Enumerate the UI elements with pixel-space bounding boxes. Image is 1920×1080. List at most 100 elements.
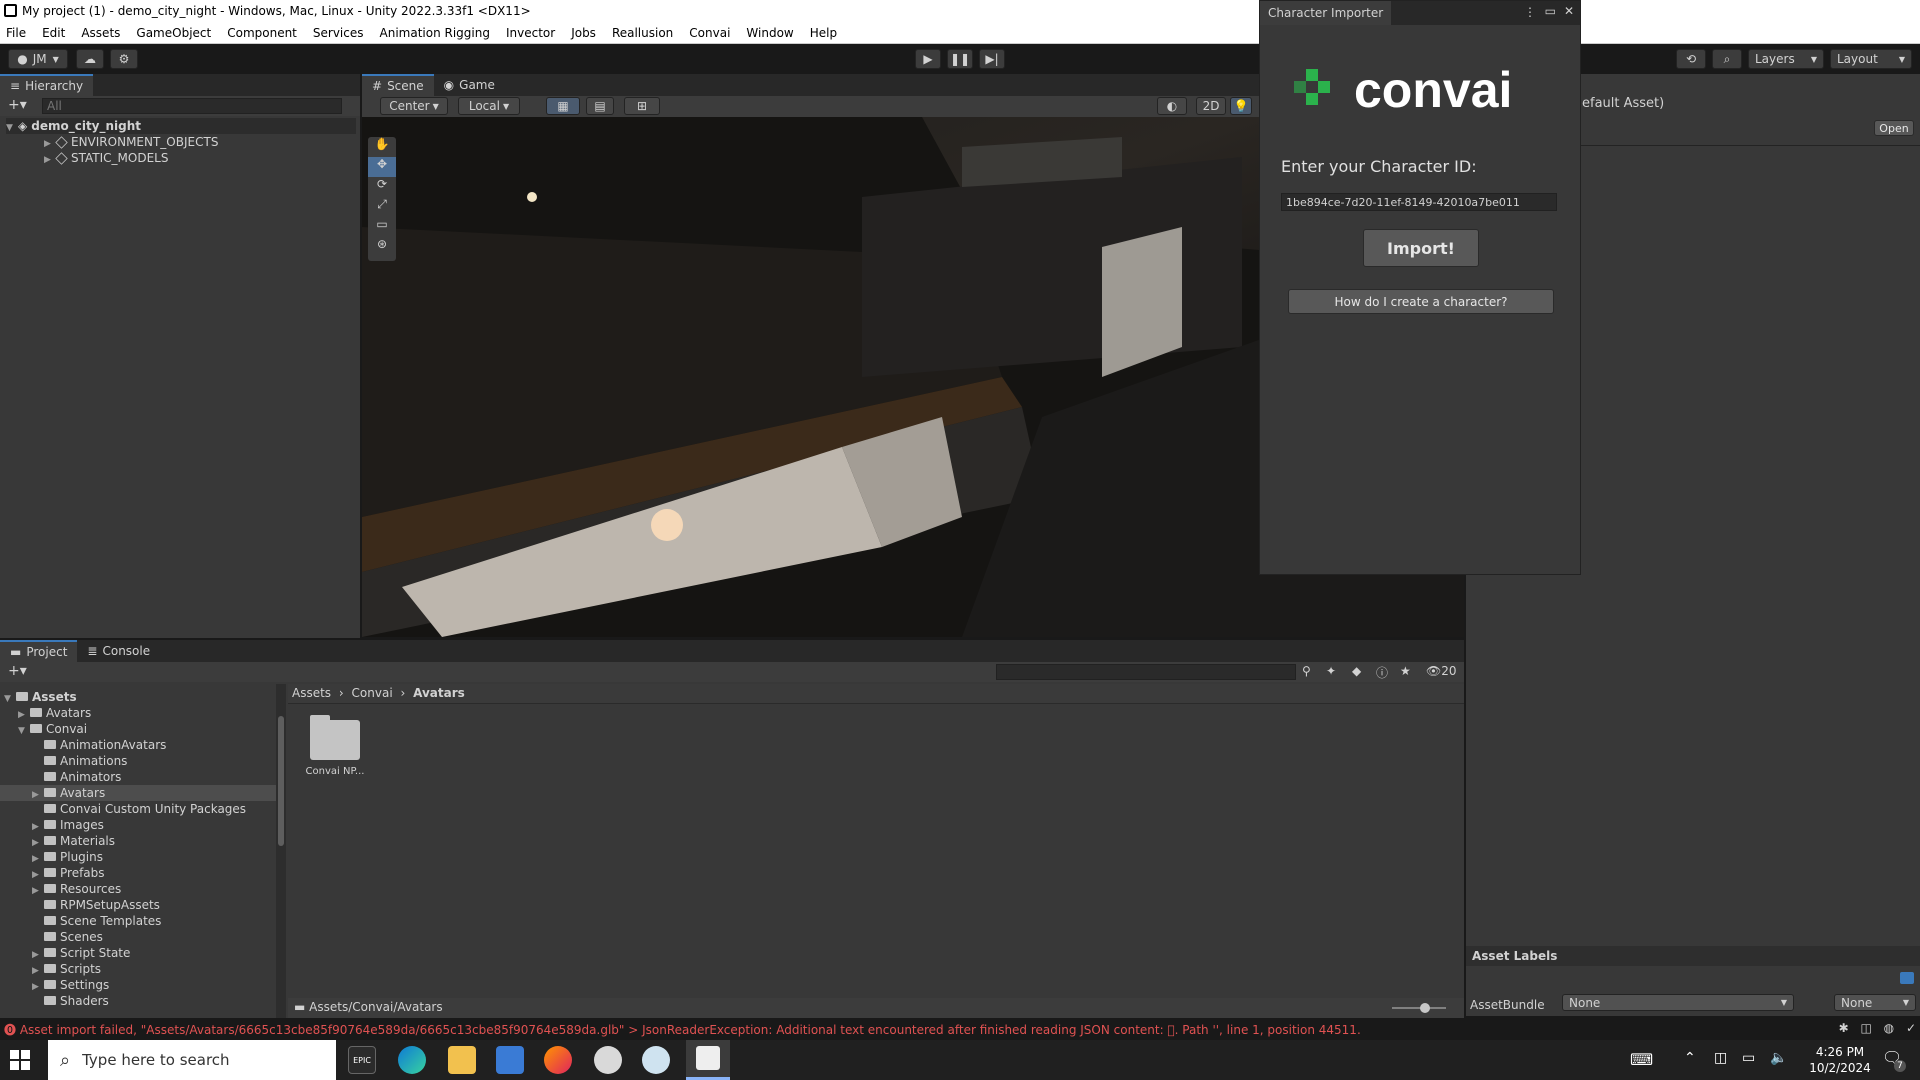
help-create-character-button[interactable]: How do I create a character? [1288,289,1554,314]
menu-jobs[interactable]: Jobs [561,26,602,40]
character-id-input[interactable] [1281,193,1557,211]
hierarchy-item-environment[interactable]: ▶ ENVIRONMENT_OBJECTS [44,134,218,150]
info-icon[interactable]: ⓘ [1376,664,1388,681]
menu-services[interactable]: Services [303,26,370,40]
tab-scene[interactable]: # Scene [362,74,434,96]
snap-icon[interactable]: ▤ [586,97,614,115]
clock[interactable]: 4:26 PM 10/2/2024 [1800,1044,1880,1076]
tree-item[interactable]: ▶ Settings [32,977,109,993]
tree-scrollbar[interactable] [276,684,286,1018]
network-icon[interactable]: ◫ [1714,1050,1727,1066]
lighting-icon[interactable]: 💡 [1230,97,1252,115]
menu-edit[interactable]: Edit [32,26,71,40]
tab-hierarchy[interactable]: ≡ Hierarchy [0,74,94,96]
move-tool-icon[interactable]: ✥ [368,157,396,177]
step-button[interactable]: ▶| [979,49,1005,69]
menu-help[interactable]: Help [800,26,843,40]
breadcrumb-item[interactable]: Convai [352,686,393,700]
tree-item[interactable]: ▶ Plugins [32,849,103,865]
favorite-icon[interactable]: ★ [1400,664,1411,678]
more-icon[interactable]: ⋮ [1524,5,1536,19]
hierarchy-search-input[interactable] [42,98,342,114]
pause-button[interactable]: ❚❚ [947,49,973,69]
hierarchy-item-static[interactable]: ▶ STATIC_MODELS [44,150,168,166]
menu-file[interactable]: File [0,26,32,40]
unity-editor-taskbar-button[interactable] [686,1040,730,1080]
tree-item[interactable]: Convai Custom Unity Packages [32,801,246,817]
breadcrumb-item-current[interactable]: Avatars [413,686,465,700]
menu-window[interactable]: Window [736,26,799,40]
layout-dropdown[interactable]: Layout ▼ [1830,49,1912,69]
keyboard-icon[interactable]: ⌨ [1630,1050,1653,1069]
store-icon[interactable] [496,1046,524,1074]
project-search-input[interactable] [996,664,1296,680]
file-explorer-icon[interactable] [448,1046,476,1074]
rotate-tool-icon[interactable]: ⟳ [368,177,396,197]
progress-icon[interactable]: ◍ [1884,1021,1894,1035]
tree-item[interactable]: ▶ Script State [32,945,130,961]
menu-gameobject[interactable]: GameObject [126,26,217,40]
tree-item[interactable]: ▶ Materials [32,833,115,849]
open-button[interactable]: Open [1874,120,1914,136]
tree-item-assets[interactable]: ▼ Assets [4,689,77,705]
cloud-icon[interactable]: ☁ [76,49,104,69]
bug-icon[interactable]: ✱ [1839,1021,1849,1035]
zoom-slider[interactable] [1392,1003,1446,1013]
tree-item[interactable]: Shaders [32,993,109,1009]
tab-game[interactable]: ◉ Game [434,74,505,96]
windows-start-icon[interactable] [10,1050,30,1070]
search-icon[interactable]: ⌕ [1712,49,1742,69]
tree-item[interactable]: ▶ Scripts [32,961,101,977]
tag-icon[interactable]: ◆ [1352,664,1361,678]
tree-item-convai[interactable]: ▼ Convai [18,721,87,737]
mode-2d-button[interactable]: 2D [1196,97,1226,115]
rect-tool-icon[interactable]: ▭ [368,217,396,237]
cache-icon[interactable]: ◫ [1860,1021,1871,1035]
tree-item-avatars[interactable]: ▶ Avatars [18,705,91,721]
tree-item[interactable]: ▶ Images [32,817,104,833]
space-dropdown[interactable]: Local ▼ [458,97,520,115]
assetbundle-dropdown[interactable]: None ▼ [1562,994,1794,1011]
hidden-count[interactable]: 👁20 [1426,664,1457,678]
firefox-icon[interactable] [544,1046,572,1074]
grid-snap-icon[interactable]: ▦ [546,97,580,115]
volume-icon[interactable]: 🔈 [1770,1050,1787,1066]
edge-icon[interactable] [398,1046,426,1074]
variant-dropdown[interactable]: None ▼ [1834,994,1916,1011]
breadcrumb-item[interactable]: Assets [292,686,331,700]
play-button[interactable]: ▶ [915,49,941,69]
layers-dropdown[interactable]: Layers ▼ [1748,49,1824,69]
unity-hub-icon[interactable] [594,1046,622,1074]
hierarchy-scene-row[interactable]: ▼ ◈ demo_city_night [6,118,356,134]
collapse-arrow-icon[interactable]: ▼ [6,120,18,136]
menu-animation-rigging[interactable]: Animation Rigging [370,26,496,40]
collab-icon[interactable]: ⚙ [110,49,138,69]
asset-folder-convai-np[interactable]: Convai NP... [300,715,370,794]
filter-label-icon[interactable]: ✦ [1326,664,1336,678]
tree-item[interactable]: Animators [32,769,121,785]
app-icon[interactable] [642,1046,670,1074]
filter-type-icon[interactable]: ⚲ [1302,664,1311,678]
maximize-icon[interactable]: ▭ [1545,4,1556,18]
chevron-up-icon[interactable]: ⌃ [1684,1050,1696,1066]
transform-tool-icon[interactable]: ⊛ [368,237,396,257]
notification-icon[interactable]: 🗨 7 [1882,1048,1906,1072]
importer-tab[interactable]: Character Importer [1260,1,1392,25]
import-button[interactable]: Import! [1363,229,1479,267]
hand-tool-icon[interactable]: ✋ [368,137,396,157]
close-icon[interactable]: ✕ [1564,4,1574,18]
epic-games-icon[interactable]: EPIC [348,1046,376,1074]
label-tag-icon[interactable] [1900,972,1914,984]
tree-item-selected[interactable]: ▶ Avatars [0,785,276,801]
tab-console[interactable]: ≣ Console [77,640,160,662]
render-mode-icon[interactable]: ◐ [1157,97,1187,115]
scale-tool-icon[interactable]: ⤢ [368,197,396,217]
menu-assets[interactable]: Assets [71,26,126,40]
tab-project[interactable]: ▬ Project [0,640,78,662]
menu-convai[interactable]: Convai [679,26,736,40]
check-icon[interactable]: ✓ [1906,1021,1916,1035]
tree-item[interactable]: AnimationAvatars [32,737,166,753]
increment-icon[interactable]: ⊞ [624,97,660,115]
tree-item[interactable]: RPMSetupAssets [32,897,160,913]
account-dropdown[interactable]: ● JM ▼ [8,49,68,69]
